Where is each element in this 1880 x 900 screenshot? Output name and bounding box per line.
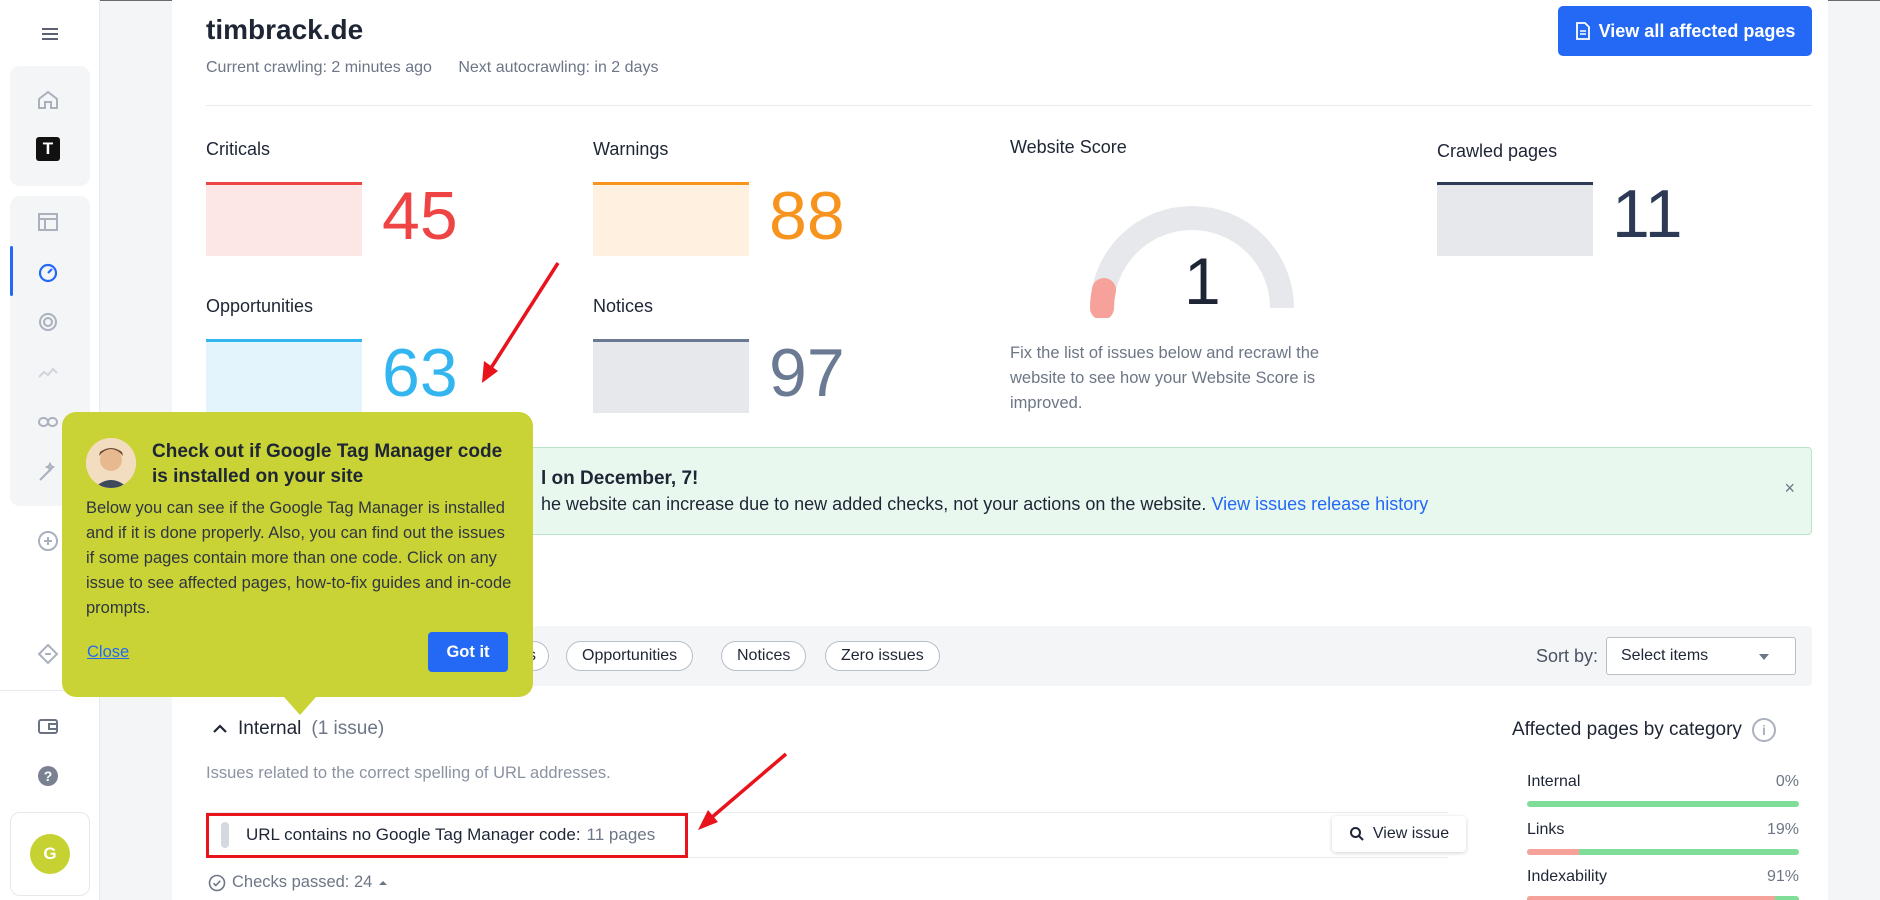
document-icon <box>1575 22 1590 40</box>
opportunities-label: Opportunities <box>206 296 314 316</box>
category-name: Internal <box>1527 773 1581 790</box>
caret-up-icon <box>379 880 388 885</box>
category-name: Links <box>1527 821 1565 838</box>
home-icon[interactable] <box>26 78 70 122</box>
site-title: timbrack.de <box>206 14 364 45</box>
crawled-pages-label: Crawled pages <box>1437 141 1558 161</box>
category-pct: 19% <box>1766 821 1799 838</box>
score-description: Fix the list of issues below and recrawl… <box>1010 344 1320 412</box>
project-letter: T <box>36 137 60 161</box>
analytics-icon[interactable] <box>26 350 70 394</box>
guide-avatar <box>86 438 136 488</box>
banner-text: he website can increase due to new added… <box>541 494 1428 515</box>
warnings-box[interactable] <box>593 182 749 256</box>
chevron-up-icon <box>213 724 227 733</box>
annotation-highlight-box <box>206 813 688 858</box>
internal-section-toggle[interactable]: Internal (1 issue) <box>212 718 384 740</box>
warnings-value[interactable]: 88 <box>769 182 845 250</box>
sort-select-value: Select items <box>1621 647 1709 664</box>
search-icon <box>1349 827 1364 841</box>
category-bar-fill <box>1527 896 1775 900</box>
release-history-link[interactable]: View issues release history <box>1211 494 1428 514</box>
wallet-icon[interactable] <box>26 704 70 748</box>
section-description: Issues related to the correct spelling o… <box>206 764 611 782</box>
category-indexability[interactable]: Indexability 91% <box>1527 868 1799 900</box>
user-avatar[interactable]: G <box>30 834 70 874</box>
checks-passed-toggle[interactable]: Checks passed: 24 <box>208 873 388 892</box>
crawled-pages-value[interactable]: 11 <box>1612 180 1683 248</box>
category-pct: 91% <box>1766 868 1799 885</box>
checks-passed-label: Checks passed: 24 <box>232 873 373 891</box>
active-indicator <box>10 246 13 296</box>
category-bar <box>1527 849 1799 855</box>
view-all-affected-button[interactable]: View all affected pages <box>1558 6 1812 56</box>
notices-box[interactable] <box>593 339 749 413</box>
crawled-pages-box[interactable] <box>1437 182 1593 256</box>
filter-chip-notices[interactable]: Notices <box>721 641 807 671</box>
filter-chip-opportunities[interactable]: Opportunities <box>566 641 694 671</box>
tooltip-title: Check out if Google Tag Manager code is … <box>152 441 503 487</box>
website-score-value: 1 <box>1184 244 1221 318</box>
info-icon[interactable]: i <box>1751 718 1776 742</box>
next-autocrawling: Next autocrawling: in 2 days <box>458 59 659 76</box>
got-it-button[interactable]: Got it <box>428 632 508 672</box>
view-all-label: View all affected pages <box>1598 20 1796 41</box>
onboarding-tooltip: Check out if Google Tag Manager code is … <box>62 412 533 697</box>
tooltip-pointer <box>284 697 316 715</box>
category-links[interactable]: Links 19% <box>1527 821 1799 855</box>
project-logo-icon[interactable]: T <box>26 127 70 171</box>
sort-label: Sort by: <box>1535 646 1598 666</box>
category-bar <box>1527 896 1799 900</box>
affected-pages-title: Affected pages by category i <box>1512 718 1776 742</box>
view-issue-button[interactable]: View issue <box>1332 816 1466 852</box>
header-divider <box>206 105 1812 106</box>
notices-value[interactable]: 97 <box>769 339 845 407</box>
help-icon[interactable]: ? <box>26 754 70 798</box>
crawl-meta: Current crawling: 2 minutes ago Next aut… <box>206 59 680 77</box>
opportunities-box[interactable] <box>206 339 362 413</box>
notices-label: Notices <box>593 296 654 316</box>
dashboard-icon[interactable] <box>26 200 70 244</box>
criticals-label: Criticals <box>206 139 271 159</box>
category-bar <box>1527 801 1799 807</box>
banner-title: l on December, 7! <box>541 468 699 489</box>
chevron-down-icon <box>1759 654 1769 660</box>
current-crawling: Current crawling: 2 minutes ago <box>206 59 432 76</box>
affected-title-label: Affected pages by category <box>1512 719 1742 740</box>
section-name: Internal <box>238 718 302 739</box>
warnings-label: Warnings <box>593 139 669 159</box>
criticals-box[interactable] <box>206 182 362 256</box>
close-icon[interactable]: × <box>1784 478 1795 499</box>
site-audit-icon[interactable] <box>26 250 70 294</box>
svg-text:?: ? <box>44 768 53 784</box>
view-issue-label: View issue <box>1372 825 1450 842</box>
category-pct: 0% <box>1775 773 1799 790</box>
tooltip-body: Below you can see if the Google Tag Mana… <box>86 499 512 617</box>
section-count: (1 issue) <box>311 718 385 739</box>
rank-tracker-icon[interactable] <box>26 300 70 344</box>
sort-select[interactable]: Select items <box>1606 637 1796 675</box>
website-score-label: Website Score <box>1010 137 1127 157</box>
opportunities-value[interactable]: 63 <box>382 339 458 407</box>
category-internal[interactable]: Internal 0% <box>1527 773 1799 807</box>
criticals-value[interactable]: 45 <box>382 182 458 250</box>
category-bar-fill <box>1527 849 1579 855</box>
check-circle-icon <box>208 874 226 891</box>
filter-chip-zero-issues[interactable]: Zero issues <box>825 641 940 671</box>
tooltip-close-link[interactable]: Close <box>87 643 129 662</box>
category-name: Indexability <box>1527 868 1608 885</box>
banner-message: he website can increase due to new added… <box>541 494 1207 514</box>
menu-icon[interactable] <box>28 12 72 56</box>
